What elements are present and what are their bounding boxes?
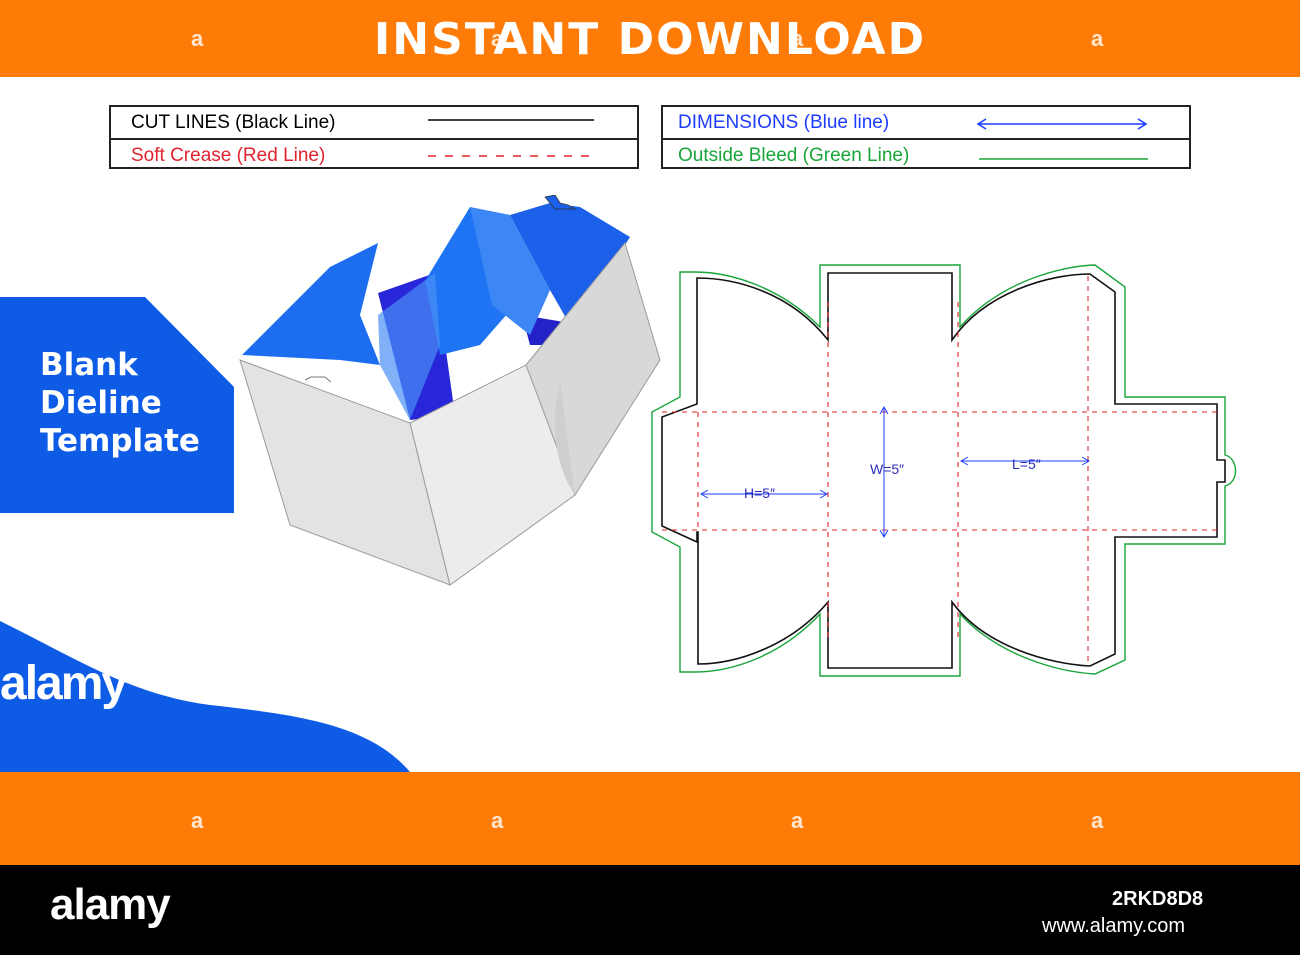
dimension-line-sample xyxy=(976,118,1148,130)
legend-crease-label: Soft Crease (Red Line) xyxy=(131,145,326,166)
side-watermark: alamy xyxy=(0,657,128,710)
legend-dimensions-label: DIMENSIONS (Blue line) xyxy=(678,112,890,133)
legend-crease-row: Soft Crease (Red Line) xyxy=(111,138,637,171)
banner-title: INSTANT DOWNLOAD xyxy=(373,14,927,65)
crease-line-sample xyxy=(428,155,594,157)
top-banner: a a a a INSTANT DOWNLOAD xyxy=(0,0,1300,77)
blank-template-heading: Blank Dieline Template xyxy=(40,346,200,460)
footer-logo: alamy xyxy=(50,880,171,929)
watermark-glyph: a xyxy=(1091,808,1104,833)
legend-cut-label: CUT LINES (Black Line) xyxy=(131,112,336,133)
footer-url: www.alamy.com xyxy=(1042,915,1185,937)
legend-bleed-row: Outside Bleed (Green Line) xyxy=(663,138,1189,171)
legend-bleed-label: Outside Bleed (Green Line) xyxy=(678,145,910,166)
watermark-glyph: a xyxy=(791,808,804,833)
legend-cut-row: CUT LINES (Black Line) xyxy=(111,107,637,138)
cut-line-sample xyxy=(428,119,594,121)
heading-line-3: Template xyxy=(40,423,200,459)
bleed-line-sample xyxy=(979,158,1148,160)
box-3d-illustration xyxy=(239,195,661,586)
height-dimension-label: H=5″ xyxy=(744,485,776,501)
heading-line-1: Blank xyxy=(40,347,138,383)
bottom-banner: a a a a xyxy=(0,772,1300,865)
width-dimension-label: W=5″ xyxy=(870,461,905,477)
legend-box-right: DIMENSIONS (Blue line) Outside Bleed (Gr… xyxy=(661,105,1191,169)
length-dimension-label: L=5″ xyxy=(1012,456,1041,472)
legend-box-left: CUT LINES (Black Line) Soft Crease (Red … xyxy=(109,105,639,169)
watermark-glyph: a xyxy=(491,808,504,833)
heading-line-2: Dieline xyxy=(40,385,162,421)
footer-image-id: 2RKD8D8 xyxy=(1112,888,1204,910)
dieline-diagram xyxy=(651,264,1237,677)
footer-bar xyxy=(0,865,1300,955)
watermark-glyph: a xyxy=(191,808,204,833)
legend-dimensions-row: DIMENSIONS (Blue line) xyxy=(663,107,1189,138)
